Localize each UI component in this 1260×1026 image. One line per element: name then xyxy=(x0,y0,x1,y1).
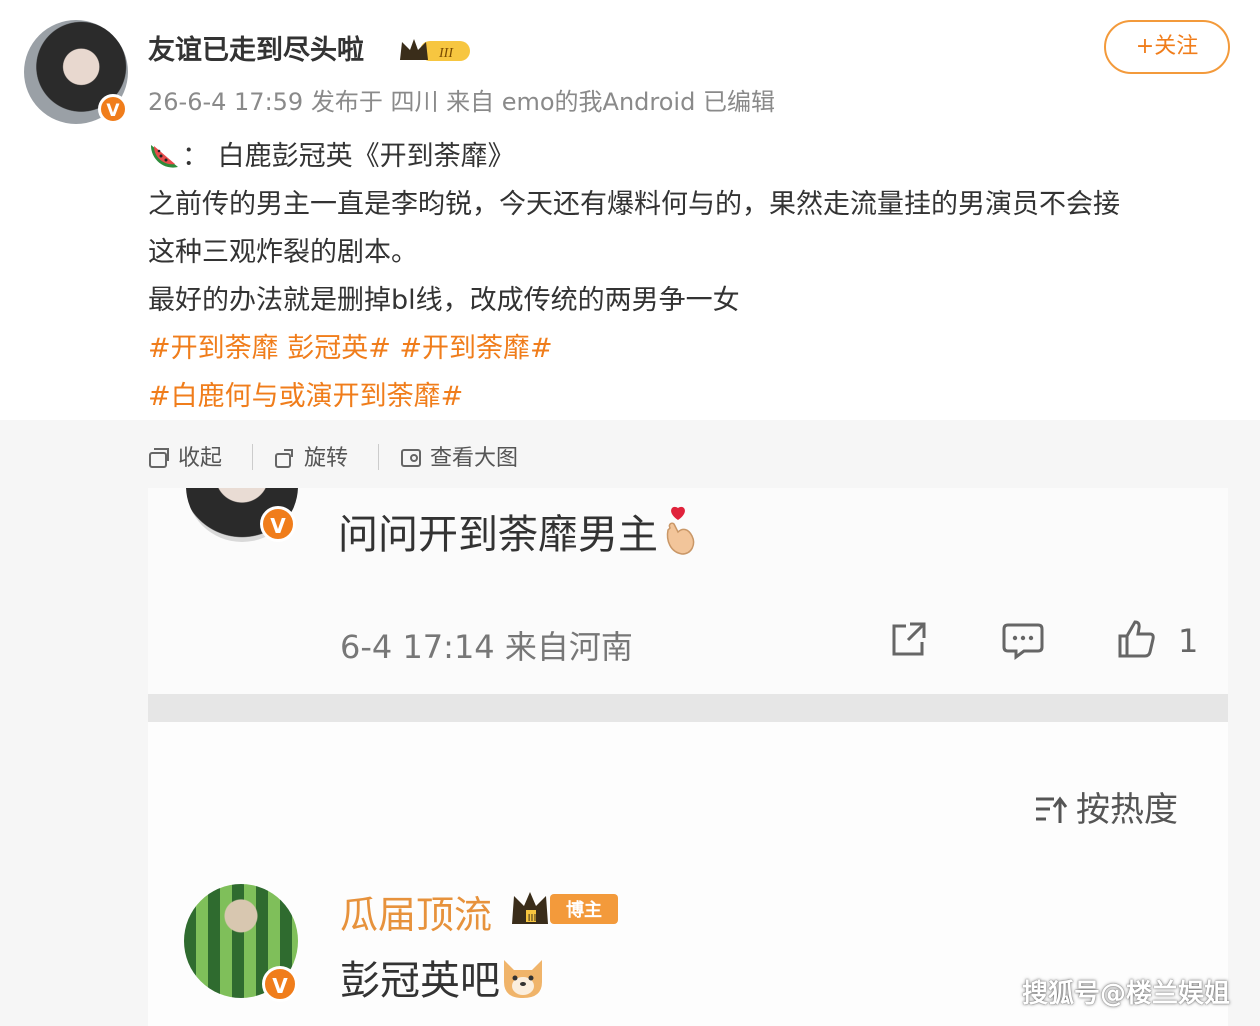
post-line-3: 这种三观炸裂的剧本。 xyxy=(148,237,418,268)
sort-label: 按热度 xyxy=(1076,790,1178,830)
reply-text: 问问开到荼靡男主 xyxy=(338,502,702,560)
post-line-1: ： 白鹿彭冠英《开到荼靡》 xyxy=(148,134,515,173)
toolbar-divider xyxy=(252,444,253,470)
follow-button[interactable]: +关注 xyxy=(1104,20,1230,74)
comment-text: 彭冠英吧 xyxy=(340,948,546,1006)
like-icon[interactable] xyxy=(1116,618,1158,660)
finger-heart-icon xyxy=(666,506,695,555)
author-name[interactable]: 友谊已走到尽头啦 xyxy=(148,28,364,67)
post-meta: 26-6-4 17:59 发布于 四川 来自 emo的我Android 已编辑 xyxy=(148,88,775,116)
collapse-label: 收起 xyxy=(178,446,223,471)
verified-badge-icon: V xyxy=(98,94,128,124)
collapse-icon xyxy=(149,448,169,468)
view-large-button[interactable]: 查看大图 xyxy=(400,440,518,472)
topic-links-1[interactable]: #开到荼靡 彭冠英# #开到荼靡# xyxy=(148,326,553,365)
sort-by-hot-button[interactable]: 按热度 xyxy=(1034,782,1178,831)
watermelon-icon xyxy=(150,145,178,168)
post-line-4: 最好的办法就是删掉bl线，改成传统的两男争一女 xyxy=(148,285,740,316)
rotate-button[interactable]: 旋转 xyxy=(274,440,348,472)
toolbar-divider xyxy=(378,444,379,470)
rotate-label: 旋转 xyxy=(304,446,349,471)
blogger-badge-text: 博主 xyxy=(566,899,602,921)
topic-links-2[interactable]: #白鹿何与或演开到荼靡# xyxy=(148,374,463,413)
verified-badge-icon: V xyxy=(262,966,298,1002)
rotate-icon xyxy=(275,449,293,468)
watermark: 搜狐号@楼兰娱姐 xyxy=(1021,979,1230,1009)
commenter-name[interactable]: 瓜届顶流 xyxy=(340,884,492,939)
vip-crown-icon: III xyxy=(400,39,470,61)
post-line-1-text: ： 白鹿彭冠英《开到荼靡》 xyxy=(182,141,515,172)
blogger-crown-badge-icon: III 博主 xyxy=(512,892,618,924)
share-icon[interactable] xyxy=(888,620,928,660)
commenter-level-text: III xyxy=(528,913,537,924)
reply-meta: 6-4 17:14 来自河南 xyxy=(340,628,633,666)
sort-icon xyxy=(1036,796,1068,823)
reply-text-content: 问问开到荼靡男主 xyxy=(338,512,658,558)
post-line-2: 之前传的男主一直是李昀锐，今天还有爆料何与的，果然走流量挂的男演员不会接 xyxy=(148,189,1120,220)
vip-level-text: III xyxy=(438,46,454,61)
like-count: 1 xyxy=(1178,622,1199,660)
verified-badge-icon: V xyxy=(260,506,296,542)
collapse-button[interactable]: 收起 xyxy=(148,440,222,472)
post-card: V 友谊已走到尽头啦 III 26-6-4 17:59 发布于 四川 来自 em… xyxy=(0,0,1260,420)
image-icon xyxy=(401,449,421,467)
section-divider xyxy=(148,694,1228,722)
doge-emoji-icon xyxy=(504,960,542,998)
embedded-screenshot-reply: V 问问开到荼靡男主 6-4 17:14 来自河南 1 xyxy=(148,488,1228,694)
view-large-label: 查看大图 xyxy=(430,446,519,471)
comment-icon[interactable] xyxy=(1002,622,1044,660)
comment-text-content: 彭冠英吧 xyxy=(340,958,500,1004)
